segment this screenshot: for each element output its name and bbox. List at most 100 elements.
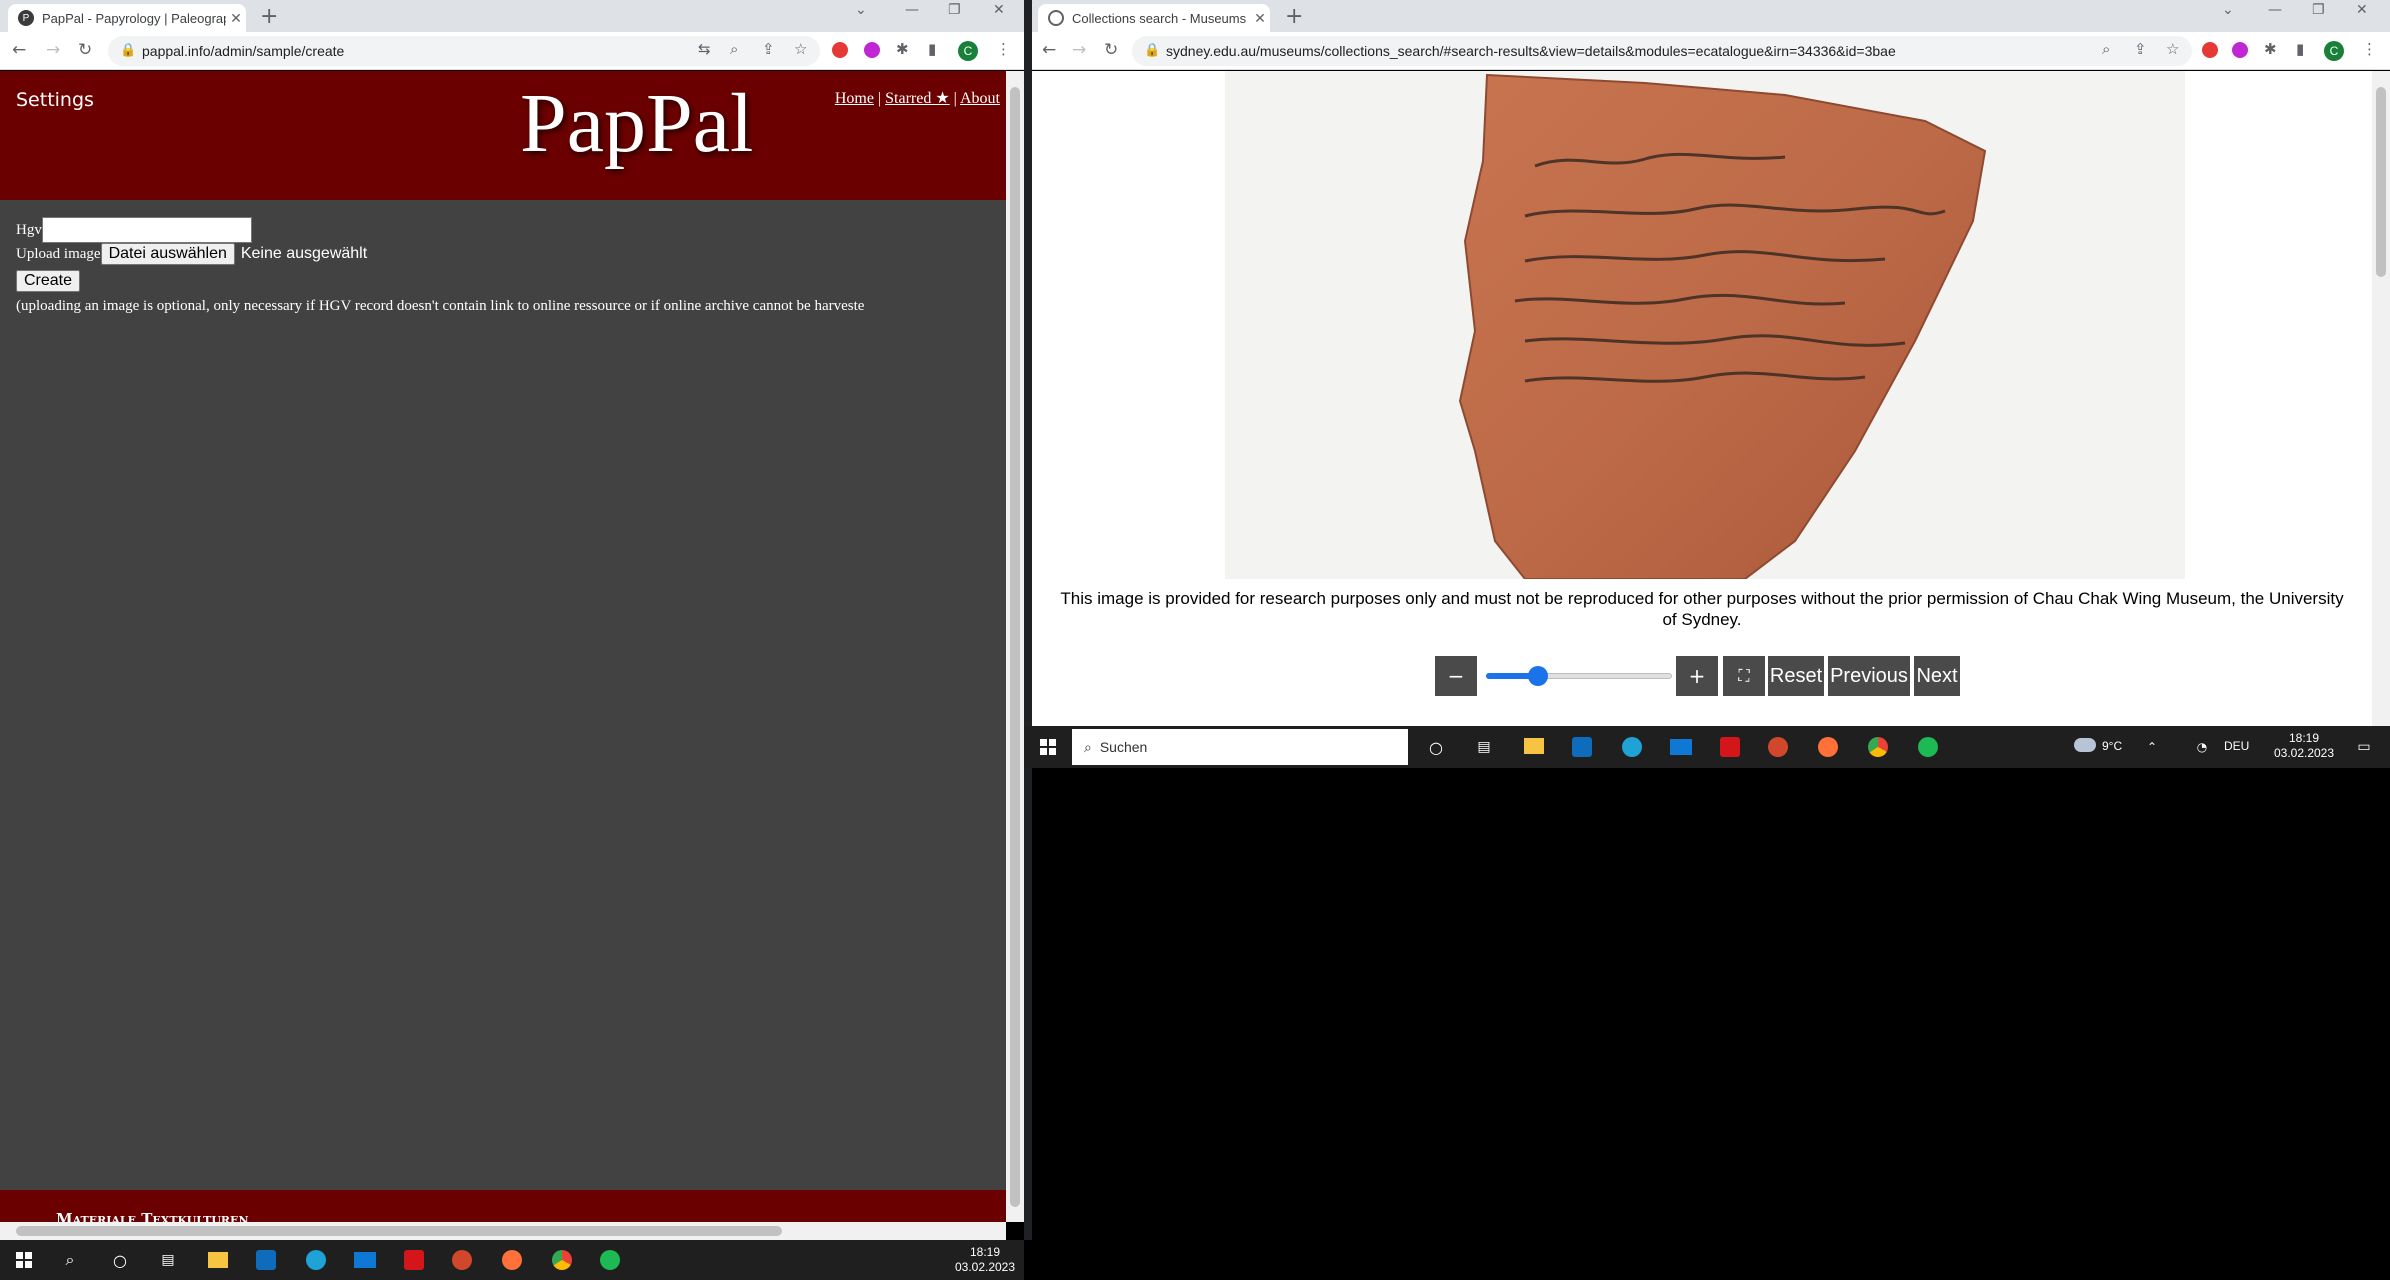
zoom-icon[interactable]: ⌕: [2102, 40, 2110, 58]
chrome-icon[interactable]: [552, 1250, 572, 1270]
profile-avatar[interactable]: C: [2324, 41, 2344, 61]
search-placeholder: Suchen: [1099, 739, 1148, 755]
reset-button[interactable]: Reset: [1768, 656, 1824, 696]
previous-button[interactable]: Previous: [1828, 656, 1910, 696]
weather-temp[interactable]: 9°C: [2102, 739, 2122, 754]
file-explorer-icon[interactable]: [1524, 738, 1544, 754]
network-icon[interactable]: ◔: [2194, 737, 2210, 757]
restore-button[interactable]: ❐: [2312, 2, 2325, 18]
task-view-icon[interactable]: ▤: [158, 1250, 178, 1270]
new-tab-button[interactable]: +: [1285, 4, 1303, 29]
restore-button[interactable]: ❐: [948, 2, 961, 18]
scroll-thumb[interactable]: [2376, 87, 2386, 277]
share-icon[interactable]: ⇪: [2134, 40, 2147, 58]
profile-avatar[interactable]: C: [958, 41, 978, 61]
powerpoint-icon[interactable]: [1768, 737, 1788, 757]
extension-purple-icon[interactable]: [864, 42, 880, 58]
back-icon[interactable]: ←: [12, 40, 26, 60]
close-window-button[interactable]: ✕: [993, 2, 1005, 18]
tray-chevron-icon[interactable]: ⌃: [2144, 737, 2160, 757]
side-panel-icon[interactable]: ▮: [928, 40, 936, 58]
tab-search-icon[interactable]: ⌄: [855, 2, 867, 18]
edge-icon[interactable]: [306, 1250, 326, 1270]
inset-clock[interactable]: 18:19 03.02.2023: [2264, 731, 2344, 761]
minimize-button[interactable]: —: [905, 2, 919, 18]
windows-start-icon[interactable]: [16, 1252, 32, 1268]
nav-about[interactable]: About: [960, 90, 1000, 107]
horizontal-scrollbar[interactable]: [0, 1222, 1006, 1240]
new-tab-button[interactable]: +: [260, 4, 278, 29]
chrome-icon[interactable]: [1868, 737, 1888, 757]
search-icon[interactable]: ⌕: [60, 1250, 80, 1270]
extension-red-icon[interactable]: [2202, 42, 2218, 58]
tab-collections-search[interactable]: Collections search - Museums - The Unive…: [1038, 4, 1270, 32]
vertical-scrollbar[interactable]: [2372, 71, 2390, 726]
translate-icon[interactable]: ⇆: [698, 40, 711, 58]
hgv-input[interactable]: [41, 217, 252, 243]
task-view-icon[interactable]: ▤: [1474, 737, 1494, 757]
reload-icon[interactable]: ↻: [78, 40, 92, 60]
extensions-puzzle-icon[interactable]: ✱: [2264, 40, 2277, 58]
windows-start-icon[interactable]: [1038, 737, 1058, 757]
side-panel-icon[interactable]: ▮: [2296, 40, 2304, 58]
bookmark-star-icon[interactable]: ☆: [2166, 40, 2179, 58]
scroll-thumb[interactable]: [1010, 87, 1020, 1207]
zoom-icon[interactable]: ⌕: [730, 40, 738, 58]
create-button[interactable]: Create: [16, 270, 81, 292]
choose-file-button[interactable]: Datei auswählen: [100, 243, 235, 265]
reload-icon[interactable]: ↻: [1104, 40, 1118, 60]
bookmark-star-icon[interactable]: ☆: [794, 40, 807, 58]
main-clock[interactable]: 18:19 03.02.2023: [950, 1245, 1020, 1275]
nav-separator: |: [877, 90, 882, 107]
zoom-out-button[interactable]: −: [1435, 656, 1477, 696]
notifications-icon[interactable]: ▭: [2354, 737, 2374, 757]
menu-icon[interactable]: ⋮: [996, 40, 1011, 58]
powerpoint-icon[interactable]: [452, 1250, 472, 1270]
extension-purple-icon[interactable]: [2232, 42, 2248, 58]
share-icon[interactable]: ⇪: [762, 40, 775, 58]
acrobat-icon[interactable]: [404, 1250, 424, 1270]
spotify-icon[interactable]: [1918, 737, 1938, 757]
minimize-button[interactable]: —: [2268, 2, 2282, 18]
firefox-icon[interactable]: [1818, 737, 1838, 757]
tab-pappal[interactable]: P PapPal - Papyrology | Paleography ✕: [8, 4, 246, 32]
store-icon[interactable]: [1572, 737, 1592, 757]
tab-search-icon[interactable]: ⌄: [2222, 2, 2234, 18]
file-explorer-icon[interactable]: [208, 1252, 228, 1268]
url-field[interactable]: 🔒 pappal.info/admin/sample/create: [108, 36, 820, 66]
taskbar-search-box[interactable]: ⌕ Suchen: [1072, 729, 1408, 765]
close-tab-icon[interactable]: ✕: [226, 10, 246, 27]
extensions-puzzle-icon[interactable]: ✱: [896, 40, 909, 58]
mail-icon[interactable]: [354, 1252, 376, 1268]
next-button[interactable]: Next: [1914, 656, 1960, 696]
spotify-icon[interactable]: [600, 1250, 620, 1270]
zoom-in-button[interactable]: +: [1676, 656, 1718, 696]
close-tab-icon[interactable]: ✕: [1250, 10, 1270, 27]
store-icon[interactable]: [256, 1250, 276, 1270]
language-indicator[interactable]: DEU: [2224, 739, 2249, 754]
forward-icon[interactable]: →: [1072, 40, 1086, 60]
fullscreen-icon[interactable]: ⛶: [1723, 656, 1765, 696]
nav-starred[interactable]: Starred ★: [885, 90, 950, 107]
settings-link[interactable]: Settings: [16, 89, 94, 111]
edge-icon[interactable]: [1622, 737, 1642, 757]
scroll-thumb[interactable]: [16, 1226, 782, 1236]
nav-home[interactable]: Home: [835, 90, 874, 107]
mail-icon[interactable]: [1670, 739, 1692, 755]
forward-icon[interactable]: →: [46, 40, 60, 60]
cortana-icon[interactable]: ○: [1426, 737, 1446, 757]
back-icon[interactable]: ←: [1042, 40, 1056, 60]
firefox-icon[interactable]: [502, 1250, 522, 1270]
ostracon-image[interactable]: [1225, 71, 2185, 579]
close-window-button[interactable]: ✕: [2356, 2, 2368, 18]
cortana-icon[interactable]: ○: [110, 1250, 130, 1270]
zoom-slider[interactable]: [1480, 656, 1680, 696]
menu-icon[interactable]: ⋮: [2362, 40, 2377, 58]
url-field[interactable]: 🔒 sydney.edu.au/museums/collections_sear…: [1132, 36, 2192, 66]
acrobat-icon[interactable]: [1720, 737, 1740, 757]
nav-separator: |: [953, 90, 957, 107]
extension-red-icon[interactable]: [832, 42, 848, 58]
vertical-scrollbar[interactable]: [1006, 71, 1024, 1222]
pappal-logo[interactable]: PapPal: [520, 75, 753, 172]
slider-thumb[interactable]: [1528, 666, 1549, 686]
